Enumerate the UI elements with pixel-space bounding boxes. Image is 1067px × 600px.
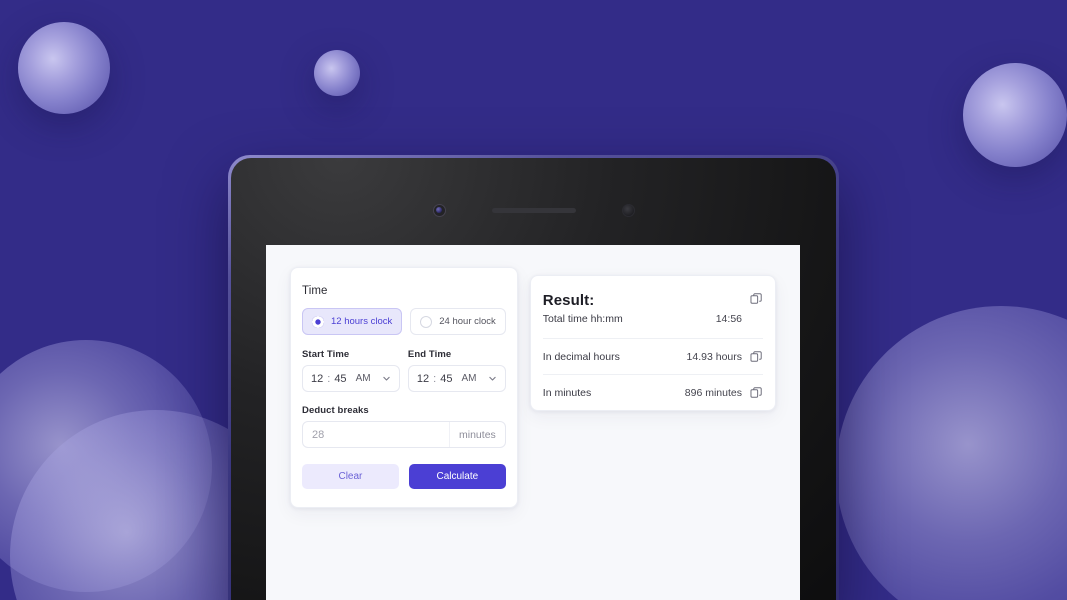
start-time-separator: : (327, 372, 331, 385)
end-time-label: End Time (407, 349, 452, 360)
start-time-hours[interactable]: 12 (311, 373, 323, 385)
end-time-minutes[interactable]: 45 (440, 373, 452, 385)
clear-button[interactable]: Clear (302, 464, 399, 489)
deduct-breaks-unit: minutes (459, 428, 496, 441)
chevron-down-icon[interactable] (488, 374, 497, 383)
end-time-group: End Time 12 : 45 AM (407, 349, 506, 392)
result-row-total-time: Total time hh:mm 14:56 (543, 309, 763, 338)
deduct-breaks-field[interactable]: 28 minutes (302, 421, 506, 448)
start-time-input[interactable]: 12 : 45 AM (302, 365, 400, 392)
result-heading-row: Result: (543, 276, 763, 309)
tablet-device-frame: Time 12 hours clock 24 hour clock Start … (228, 155, 839, 600)
end-time-input[interactable]: 12 : 45 AM (407, 365, 506, 392)
result-label-total-time: Total time hh:mm (542, 313, 623, 325)
chevron-down-icon[interactable] (382, 374, 391, 383)
calculate-button[interactable]: Calculate (408, 464, 506, 489)
result-value-decimal-hours: 14.93 hours (686, 350, 742, 363)
radio-option-12-hour-clock[interactable]: 12 hours clock (302, 308, 403, 335)
action-button-row: Clear Calculate (302, 464, 506, 489)
copy-icon-decimal-hours[interactable] (750, 350, 763, 363)
result-row-minutes: In minutes 896 minutes (542, 374, 763, 410)
start-time-minutes[interactable]: 45 (334, 373, 346, 385)
result-heading: Result: (542, 292, 595, 309)
decorative-sphere-top-left (18, 22, 110, 114)
start-time-group: Start Time 12 : 45 AM (302, 349, 400, 392)
deduct-breaks-input[interactable]: 28 (303, 422, 451, 447)
proximity-sensor-icon (621, 203, 635, 217)
time-section-title: Time (302, 285, 328, 297)
result-label-decimal-hours: In decimal hours (542, 350, 620, 363)
front-camera-icon (432, 203, 446, 217)
copy-icon-result[interactable] (750, 292, 763, 305)
radio-option-24-hour-clock[interactable]: 24 hour clock (410, 308, 506, 335)
deduct-breaks-label: Deduct breaks (302, 405, 369, 416)
app-backdrop: Time 12 hours clock 24 hour clock Start … (0, 0, 1067, 600)
radio-label-12-hour-clock: 12 hours clock (331, 316, 393, 327)
time-input-card: Time 12 hours clock 24 hour clock Start … (290, 267, 518, 508)
radio-dot-unselected-icon (420, 315, 433, 328)
decorative-sphere-top-middle (314, 50, 360, 96)
decorative-sphere-bottom-left-a (0, 340, 212, 592)
clock-format-radio-group: 12 hours clock 24 hour clock (302, 308, 506, 335)
result-row-decimal-hours: In decimal hours 14.93 hours (542, 338, 763, 374)
decorative-sphere-bottom-right (836, 306, 1067, 600)
end-time-meridiem[interactable]: AM (461, 373, 476, 384)
start-time-meridiem[interactable]: AM (356, 373, 371, 384)
start-time-label: Start Time (302, 349, 350, 360)
end-time-hours[interactable]: 12 (417, 373, 429, 385)
tablet-bezel: Time 12 hours clock 24 hour clock Start … (231, 158, 836, 600)
decorative-sphere-top-right (963, 63, 1067, 167)
result-value-total-time: 14:56 (715, 313, 742, 325)
result-value-minutes: 896 minutes (684, 386, 742, 399)
result-card: Result: Total time hh:mm 14:56 In decima… (529, 275, 776, 411)
time-range-row: Start Time 12 : 45 AM End Time 12: 45 A… (302, 349, 506, 392)
radio-label-24-hour-clock: 24 hour clock (439, 316, 496, 327)
app-screen: Time 12 hours clock 24 hour clock Start … (266, 245, 800, 600)
result-label-minutes: In minutes (542, 386, 592, 399)
copy-icon-minutes[interactable] (750, 386, 763, 399)
radio-dot-selected-icon (312, 315, 324, 328)
tablet-bezel-hardware (231, 203, 836, 217)
end-time-separator: : (433, 372, 437, 385)
speaker-grille-icon (491, 207, 576, 213)
